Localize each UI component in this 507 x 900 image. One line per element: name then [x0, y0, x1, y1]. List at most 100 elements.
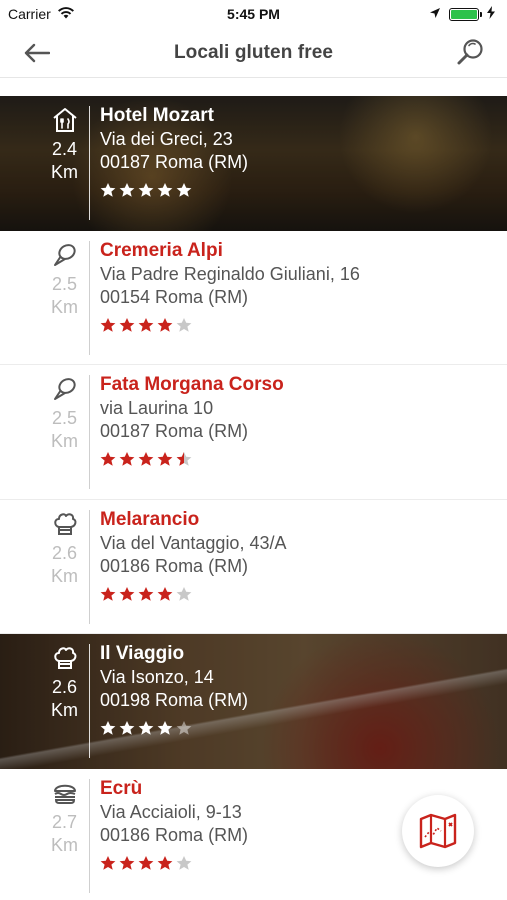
- distance-value: 2.6: [51, 542, 78, 563]
- distance-column: 2.6 Km: [40, 509, 90, 624]
- battery-icon: [449, 7, 482, 21]
- map-icon: [419, 813, 457, 849]
- places-list: 2.4 Km Hotel Mozart Via dei Greci, 23 00…: [0, 96, 507, 900]
- star-full-icon: [100, 182, 116, 198]
- star-full-icon: [138, 317, 154, 333]
- venue-address-line1: Via del Vantaggio, 43/A: [100, 532, 287, 553]
- star-full-icon: [100, 586, 116, 602]
- rating-stars: [100, 316, 487, 334]
- distance-column: 2.5 Km: [40, 375, 90, 489]
- venue-address-line2: 00154 Roma (RM): [100, 286, 249, 307]
- page-title: Locali gluten free: [173, 41, 334, 63]
- distance-column: 2.4 Km: [40, 106, 90, 220]
- star-full-icon: [100, 720, 116, 736]
- distance-unit: Km: [51, 565, 78, 586]
- star-full-icon: [157, 586, 173, 602]
- list-item[interactable]: 2.4 Km Hotel Mozart Via dei Greci, 23 00…: [0, 96, 507, 231]
- venue-info: Hotel Mozart Via dei Greci, 23 00187 Rom…: [100, 104, 487, 199]
- distance-column: 2.5 Km: [40, 240, 90, 355]
- star-full-icon: [138, 855, 154, 871]
- distance-unit: Km: [51, 162, 78, 182]
- star-full-icon: [138, 586, 154, 602]
- star-full-icon: [157, 317, 173, 333]
- star-full-icon: [157, 451, 173, 467]
- distance-unit: Km: [51, 700, 78, 720]
- distance-value: 2.6: [51, 677, 78, 697]
- location-arrow-icon: [429, 6, 441, 22]
- chef-hat-icon: [51, 510, 79, 538]
- distance-column: 2.7 Km: [40, 778, 90, 893]
- star-full-icon: [119, 317, 135, 333]
- back-arrow-icon: [24, 43, 50, 63]
- chef-hat-icon: [51, 644, 79, 672]
- search-button[interactable]: [453, 35, 487, 69]
- star-full-icon: [100, 317, 116, 333]
- venue-address-line2: 00198 Roma (RM): [100, 690, 249, 710]
- carrier-label: Carrier: [8, 6, 51, 22]
- star-full-icon: [119, 855, 135, 871]
- venue-name: Il Viaggio: [100, 643, 185, 664]
- star-full-icon: [138, 720, 154, 736]
- star-full-icon: [100, 855, 116, 871]
- distance-value: 2.5: [51, 408, 78, 428]
- star-full-icon: [138, 182, 154, 198]
- venue-address-line1: via Laurina 10: [100, 398, 214, 418]
- venue-info: Fata Morgana Corso via Laurina 10 00187 …: [100, 373, 487, 468]
- venue-info: Melarancio Via del Vantaggio, 43/A 00186…: [100, 508, 487, 603]
- distance-unit: Km: [51, 296, 78, 317]
- distance-unit: Km: [51, 834, 78, 855]
- list-item[interactable]: 2.6 Km Il Viaggio Via Isonzo, 14 00198 R…: [0, 634, 507, 769]
- back-button[interactable]: [20, 38, 54, 68]
- list-item[interactable]: 2.6 Km Melarancio Via del Vantaggio, 43/…: [0, 500, 507, 634]
- list-item[interactable]: 2.5 Km Cremeria Alpi Via Padre Reginaldo…: [0, 231, 507, 365]
- venue-address-line2: 00187 Roma (RM): [100, 152, 249, 172]
- hotel-icon: [51, 106, 79, 134]
- star-full-icon: [138, 451, 154, 467]
- ice-cream-icon: [51, 375, 79, 403]
- star-half-icon: [176, 451, 192, 467]
- rating-stars: [100, 585, 487, 603]
- wifi-icon: [57, 6, 75, 22]
- venue-address-line1: Via Padre Reginaldo Giuliani, 16: [100, 263, 360, 284]
- star-full-icon: [157, 720, 173, 736]
- ice-cream-icon: [51, 241, 79, 269]
- star-full-icon: [157, 182, 173, 198]
- venue-name: Fata Morgana Corso: [100, 374, 284, 395]
- star-empty-icon: [176, 855, 192, 871]
- battery-level: [451, 9, 477, 19]
- venue-address-line1: Via dei Greci, 23: [100, 129, 233, 149]
- star-full-icon: [119, 182, 135, 198]
- venue-address-line2: 00187 Roma (RM): [100, 421, 249, 441]
- distance-column: 2.6 Km: [40, 644, 90, 758]
- nav-bar: Locali gluten free: [0, 28, 507, 78]
- star-full-icon: [100, 451, 116, 467]
- venue-info: Il Viaggio Via Isonzo, 14 00198 Roma (RM…: [100, 642, 487, 737]
- rating-stars: [100, 719, 487, 737]
- status-bar: Carrier 5:45 PM: [0, 0, 507, 28]
- list-item[interactable]: 2.5 Km Fata Morgana Corso via Laurina 10…: [0, 365, 507, 500]
- distance-value: 2.4: [51, 139, 78, 159]
- burger-icon: [51, 779, 79, 807]
- distance-value: 2.7: [51, 811, 78, 832]
- distance-unit: Km: [51, 431, 78, 451]
- map-view-button[interactable]: [402, 795, 474, 867]
- star-empty-icon: [176, 317, 192, 333]
- venue-name: Melarancio: [100, 508, 200, 530]
- star-full-icon: [157, 855, 173, 871]
- venue-address-line2: 00186 Roma (RM): [100, 555, 249, 576]
- venue-name: Hotel Mozart: [100, 105, 214, 126]
- venue-info: Cremeria Alpi Via Padre Reginaldo Giulia…: [100, 239, 487, 334]
- star-empty-icon: [176, 720, 192, 736]
- venue-address-line1: Via Isonzo, 14: [100, 667, 214, 687]
- star-full-icon: [176, 182, 192, 198]
- venue-name: Cremeria Alpi: [100, 239, 223, 261]
- rating-stars: [100, 181, 487, 199]
- star-empty-icon: [176, 586, 192, 602]
- distance-value: 2.5: [51, 273, 78, 294]
- star-full-icon: [119, 586, 135, 602]
- star-full-icon: [119, 451, 135, 467]
- charging-bolt-icon: [487, 6, 495, 22]
- rating-stars: [100, 450, 487, 468]
- search-icon: [457, 39, 483, 65]
- star-full-icon: [119, 720, 135, 736]
